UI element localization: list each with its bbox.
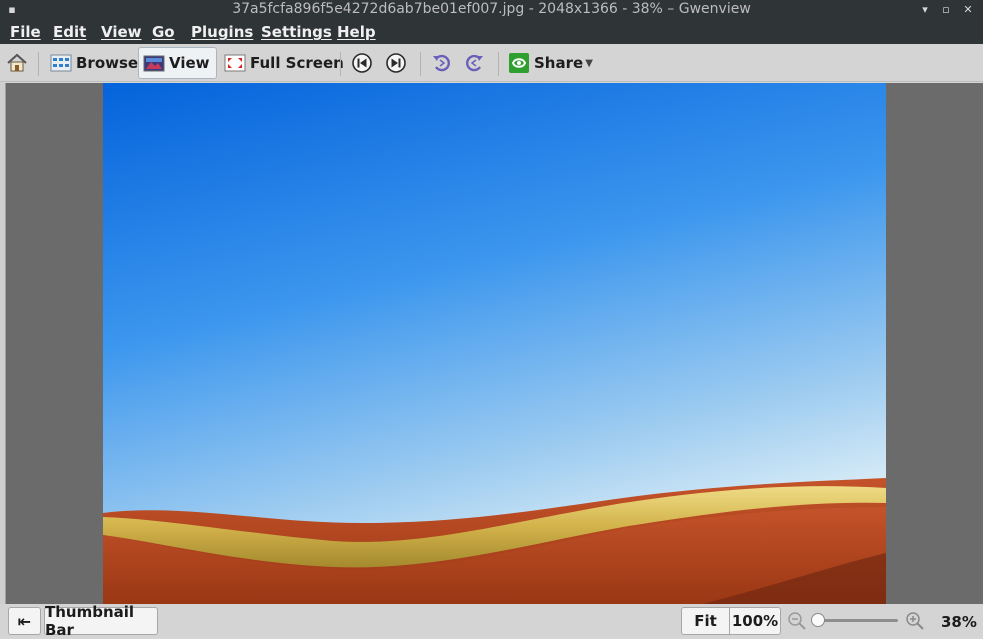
minimize-icon[interactable]: ▾ [917, 2, 933, 18]
browse-label: Browse [76, 54, 139, 72]
zoom-in-icon[interactable] [904, 610, 926, 632]
fullscreen-icon [224, 54, 246, 72]
next-icon [386, 53, 406, 73]
photo-landscape [103, 83, 886, 604]
zoom-fit-button[interactable]: Fit [681, 607, 730, 635]
home-button[interactable] [6, 47, 32, 79]
chevron-down-icon: ▼ [585, 57, 593, 69]
close-icon[interactable]: ✕ [960, 2, 976, 18]
rotate-left-icon [433, 54, 450, 72]
previous-icon [352, 53, 372, 73]
next-button[interactable] [385, 47, 407, 79]
fullscreen-button[interactable]: Full Screen [224, 47, 344, 79]
view-label: View [169, 54, 210, 72]
view-icon [143, 55, 165, 72]
share-icon [509, 53, 529, 73]
fit-label: Fit [694, 612, 717, 630]
toolbar-separator [216, 52, 217, 76]
thumbnail-bar-label: Thumbnail Bar [45, 603, 135, 639]
zoom-slider-handle[interactable] [811, 613, 826, 627]
menu-go[interactable]: Go [152, 23, 175, 41]
toolbar-separator [38, 52, 39, 76]
previous-button[interactable] [351, 47, 373, 79]
rotate-right-button[interactable] [463, 47, 485, 79]
status-bar: ⇤ Thumbnail Bar Fit 100% 38% [0, 603, 983, 639]
toolbar-separator [420, 52, 421, 76]
toolbar-separator [340, 52, 341, 76]
title-bar: ▪ 37a5fcfa896f5e4272d6ab7be01ef007.jpg -… [0, 0, 983, 20]
browse-button[interactable]: Browse [50, 47, 138, 79]
rotate-right-icon [466, 54, 483, 72]
menu-bar: File Edit View Go Plugins Settings Help [0, 20, 983, 44]
zoom-100-button[interactable]: 100% [729, 607, 781, 635]
zoom-out-icon[interactable] [786, 610, 808, 632]
hundred-label: 100% [731, 612, 779, 630]
zoom-slider-track[interactable] [814, 619, 898, 622]
fullscreen-label: Full Screen [250, 54, 344, 72]
menu-help[interactable]: Help [337, 23, 376, 41]
menu-file[interactable]: File [10, 23, 41, 41]
share-label: Share [534, 54, 584, 72]
rotate-left-button[interactable] [431, 47, 453, 79]
share-button[interactable]: Share ▼ [508, 47, 593, 79]
home-icon [7, 53, 27, 72]
maximize-icon[interactable]: ▫ [938, 2, 954, 18]
zoom-level-value: 38% [941, 613, 977, 631]
collapse-left-icon: ⇤ [17, 611, 32, 631]
thumbnail-bar-button[interactable]: Thumbnail Bar [44, 603, 158, 639]
toggle-sidebar-button[interactable]: ⇤ [8, 607, 41, 635]
menu-plugins[interactable]: Plugins [191, 23, 253, 41]
menu-settings[interactable]: Settings [261, 23, 332, 41]
main-toolbar: Browse View Full Screen Share ▼ [0, 44, 983, 82]
displayed-image[interactable] [103, 83, 886, 604]
toolbar-separator [498, 52, 499, 76]
view-button[interactable]: View [138, 47, 217, 79]
window-title: 37a5fcfa896f5e4272d6ab7be01ef007.jpg - 2… [232, 1, 751, 17]
menu-edit[interactable]: Edit [53, 23, 86, 41]
browse-icon [50, 54, 72, 72]
menu-view[interactable]: View [101, 23, 142, 41]
